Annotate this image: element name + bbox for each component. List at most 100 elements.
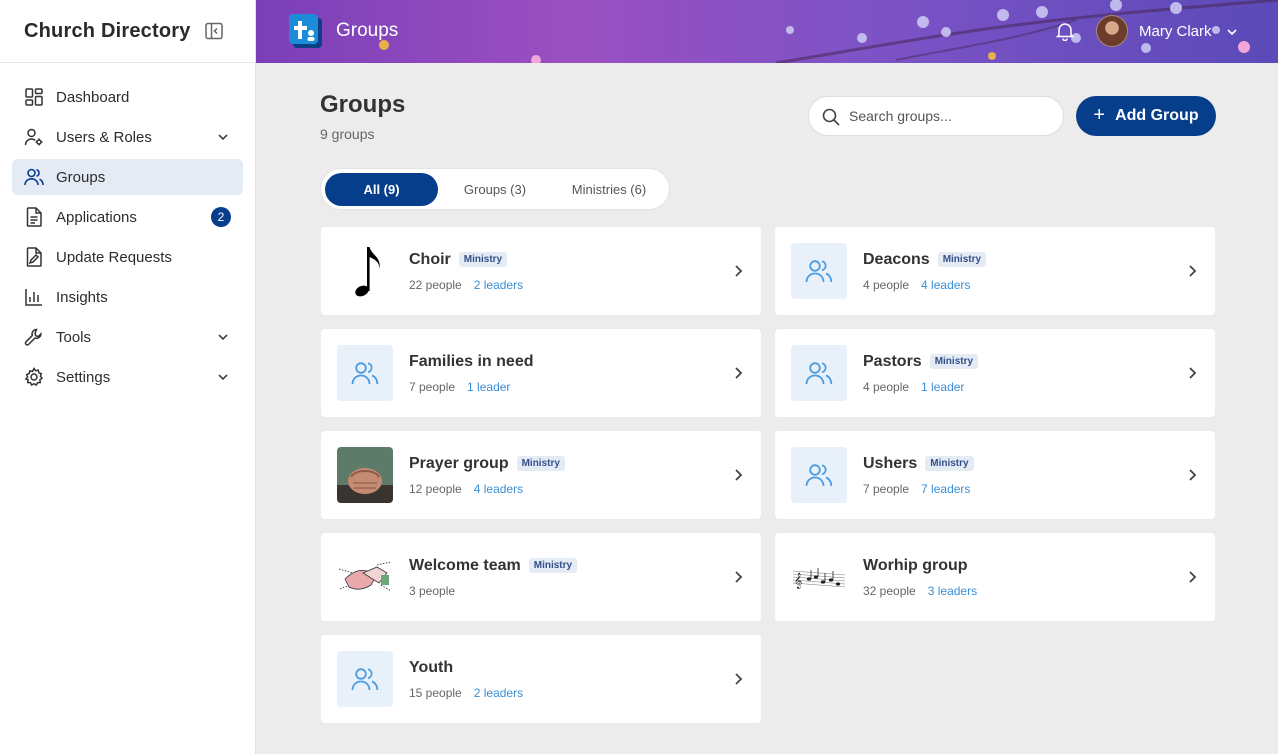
group-card-youth[interactable]: Youth 15 people 2 leaders: [321, 635, 761, 723]
group-meta: 22 people 2 leaders: [409, 278, 523, 292]
chevron-down-icon[interactable]: [217, 331, 229, 343]
header-title: Groups: [336, 20, 399, 41]
sidebar-item-groups[interactable]: Groups: [12, 159, 243, 195]
people-count: 22 people: [409, 278, 462, 292]
app-name: Church Directory: [24, 19, 191, 42]
group-name: Families in need: [409, 353, 534, 370]
group-name: Youth: [409, 659, 454, 676]
document-icon: [24, 207, 44, 227]
edit-document-icon: [24, 247, 44, 267]
people-count: 32 people: [863, 584, 916, 598]
handshake-image: [337, 549, 393, 605]
group-card-pastors[interactable]: Pastors Ministry 4 people 1 leader: [775, 329, 1215, 417]
plus-icon: +: [1093, 103, 1106, 126]
group-meta: 4 people 1 leader: [863, 380, 964, 394]
sidebar-nav: Dashboard Users & Roles Groups Applicati…: [0, 63, 255, 415]
chevron-right-icon: [1189, 469, 1197, 481]
add-group-button[interactable]: + Add Group: [1076, 96, 1216, 136]
top-bar: Groups Mary Clark: [256, 0, 1278, 63]
leaders-link[interactable]: 1 leader: [467, 380, 510, 394]
sidebar-item-label: Dashboard: [56, 88, 130, 106]
people-count: 4 people: [863, 380, 910, 394]
group-name: Worhip group: [863, 557, 968, 574]
group-name: Pastors Ministry: [863, 353, 979, 371]
leaders-link[interactable]: 3 leaders: [928, 584, 977, 598]
search-box[interactable]: [808, 96, 1064, 136]
user-name[interactable]: Mary Clark: [1139, 23, 1212, 40]
add-group-label: Add Group: [1115, 107, 1199, 124]
group-count: 9 groups: [320, 126, 375, 142]
chevron-right-icon: [735, 265, 743, 277]
ministry-tag: Ministry: [929, 354, 979, 369]
sidebar-item-applications[interactable]: Applications 2: [12, 199, 243, 235]
group-meta: 12 people 4 leaders: [409, 482, 523, 496]
leaders-link[interactable]: 4 leaders: [921, 278, 970, 292]
page-title: Groups: [320, 91, 406, 118]
chevron-down-icon[interactable]: [1226, 26, 1238, 38]
tab-all[interactable]: All (9): [325, 173, 438, 206]
chevron-down-icon[interactable]: [217, 131, 229, 143]
group-card-worhip-group[interactable]: 𝄞 Worhip group 32 people 3 leaders: [775, 533, 1215, 621]
chevron-right-icon: [735, 571, 743, 583]
ministry-tag: Ministry: [458, 252, 508, 267]
group-card-welcome-team[interactable]: Welcome team Ministry 3 people: [321, 533, 761, 621]
praying-hands-image: [337, 447, 393, 503]
group-meta: 7 people 1 leader: [409, 380, 510, 394]
sidebar-item-users-roles[interactable]: Users & Roles: [12, 119, 243, 155]
group-meta: 15 people 2 leaders: [409, 686, 523, 700]
sidebar-item-label: Settings: [56, 368, 111, 386]
music-note-image: [337, 243, 393, 299]
sidebar-item-insights[interactable]: Insights: [12, 279, 243, 315]
leaders-link[interactable]: 7 leaders: [921, 482, 970, 496]
chevron-right-icon: [1189, 367, 1197, 379]
users-icon: [791, 345, 847, 401]
avatar[interactable]: [1096, 15, 1128, 47]
tab-groups[interactable]: Groups (3): [445, 173, 545, 206]
collapse-sidebar-icon[interactable]: [204, 21, 224, 41]
users-icon: [337, 345, 393, 401]
chevron-down-icon[interactable]: [217, 371, 229, 383]
chevron-right-icon: [1189, 571, 1197, 583]
group-name: Choir Ministry: [409, 251, 508, 269]
search-input[interactable]: [849, 108, 1049, 124]
sidebar-item-label: Groups: [56, 168, 106, 186]
group-name: Deacons Ministry: [863, 251, 987, 269]
leaders-link[interactable]: 2 leaders: [474, 278, 523, 292]
group-card-prayer-group[interactable]: Prayer group Ministry 12 people 4 leaders: [321, 431, 761, 519]
group-card-choir[interactable]: Choir Ministry 22 people 2 leaders: [321, 227, 761, 315]
sidebar-item-dashboard[interactable]: Dashboard: [12, 79, 243, 115]
chevron-right-icon: [735, 673, 743, 685]
app-logo-icon: [289, 14, 322, 48]
ministry-tag: Ministry: [528, 558, 578, 573]
sidebar-item-update-requests[interactable]: Update Requests: [12, 239, 243, 275]
wrench-icon: [24, 327, 44, 347]
group-card-deacons[interactable]: Deacons Ministry 4 people 4 leaders: [775, 227, 1215, 315]
ministry-tag: Ministry: [516, 456, 565, 471]
svg-text:𝄞: 𝄞: [794, 573, 802, 589]
group-meta: 32 people 3 leaders: [863, 584, 977, 598]
group-meta: 3 people: [409, 584, 455, 598]
people-count: 15 people: [409, 686, 462, 700]
people-count: 12 people: [409, 482, 462, 496]
users-icon: [24, 167, 44, 187]
sidebar-item-settings[interactable]: Settings: [12, 359, 243, 395]
sidebar-item-label: Update Requests: [56, 248, 172, 266]
group-card-families-in-need[interactable]: Families in need 7 people 1 leader: [321, 329, 761, 417]
gear-icon: [24, 367, 44, 387]
sidebar-item-tools[interactable]: Tools: [12, 319, 243, 355]
leaders-link[interactable]: 2 leaders: [474, 686, 523, 700]
group-name: Ushers Ministry: [863, 455, 974, 473]
people-count: 7 people: [409, 380, 456, 394]
filter-tabs: All (9) Groups (3) Ministries (6): [320, 168, 670, 210]
users-icon: [791, 447, 847, 503]
dashboard-icon: [24, 87, 44, 107]
bell-icon[interactable]: [1056, 21, 1074, 41]
leaders-link[interactable]: 1 leader: [921, 380, 964, 394]
chevron-right-icon: [1189, 265, 1197, 277]
search-icon: [822, 108, 840, 126]
group-name: Prayer group Ministry: [409, 455, 565, 473]
leaders-link[interactable]: 4 leaders: [474, 482, 523, 496]
users-icon: [791, 243, 847, 299]
group-card-ushers[interactable]: Ushers Ministry 7 people 7 leaders: [775, 431, 1215, 519]
tab-ministries[interactable]: Ministries (6): [553, 173, 665, 206]
